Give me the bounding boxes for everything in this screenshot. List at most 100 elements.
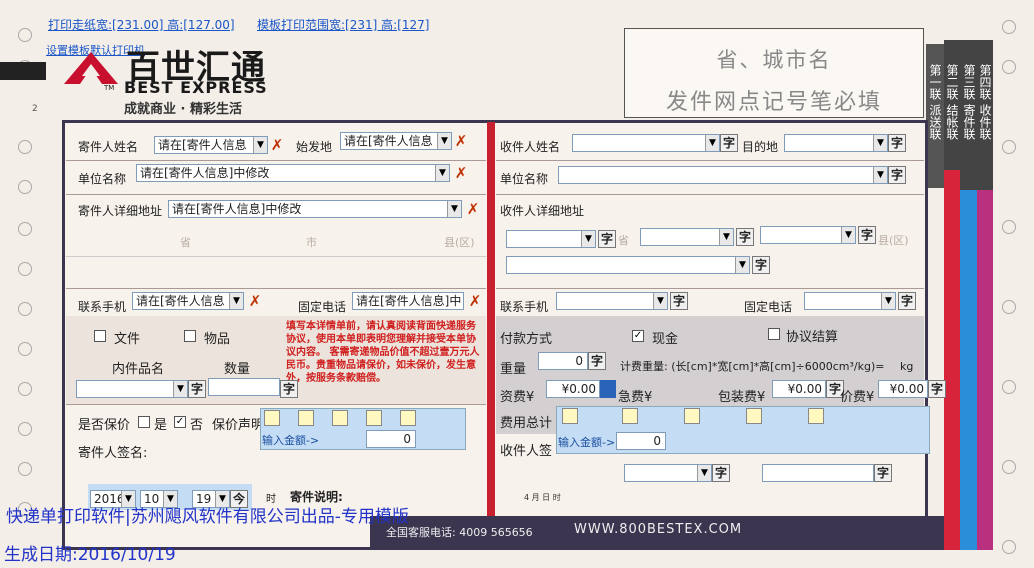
weight-value: 0 (575, 354, 583, 368)
sender-name-select[interactable]: 请在[寄件人信息 ▼ (154, 136, 268, 154)
chevron-down-icon[interactable]: ▼ (437, 133, 451, 149)
edit-pencil-icon[interactable]: ✗ (452, 164, 470, 182)
zi-button[interactable]: 字 (888, 134, 906, 152)
chevron-down-icon[interactable]: ▼ (697, 465, 711, 481)
fee-input[interactable]: ¥0.00 (546, 380, 600, 398)
chevron-down-icon[interactable]: ▼ (653, 293, 667, 309)
zi-button[interactable]: 字 (720, 134, 738, 152)
maker-text: 快递单打印软件|苏州飓风软件有限公司出品-专用模版 (6, 507, 409, 527)
digit-box[interactable] (562, 408, 578, 424)
receiver-sign-select[interactable]: ▼ (624, 464, 712, 482)
zi-button[interactable]: 字 (188, 380, 206, 398)
edit-pencil-icon[interactable]: ✗ (452, 132, 470, 150)
zi-button[interactable]: 字 (898, 292, 916, 310)
price-input[interactable]: ¥0.00 (878, 380, 928, 398)
cash-checkbox[interactable]: ✓ (632, 330, 644, 342)
zi-button[interactable]: 字 (712, 464, 730, 482)
sender-company-select[interactable]: 请在[寄件人信息]中修改 ▼ (136, 164, 450, 182)
perforation-hole (1002, 20, 1016, 34)
insure-yes-checkbox[interactable] (138, 416, 150, 428)
chevron-down-icon[interactable]: ▼ (173, 381, 187, 397)
insure-no-checkbox[interactable]: ✓ (174, 416, 186, 428)
sender-address-select[interactable]: 请在[寄件人信息]中修改 ▼ (168, 200, 462, 218)
zi-button[interactable]: 字 (598, 230, 616, 248)
pack-value: ¥0.00 (787, 382, 822, 396)
origin-select[interactable]: 请在[寄件人信息 ▼ (340, 132, 452, 150)
pack-input[interactable]: ¥0.00 (772, 380, 826, 398)
digit-box[interactable] (366, 410, 382, 426)
zi-button[interactable]: 字 (928, 380, 946, 398)
chevron-down-icon[interactable]: ▼ (447, 201, 461, 217)
edit-pencil-icon[interactable]: ✗ (466, 292, 484, 310)
receiver-county-select[interactable]: ▼ (760, 226, 856, 244)
receiver-sign-label: 收件人签 (500, 444, 553, 459)
content-select[interactable]: ▼ (76, 380, 188, 398)
contract-checkbox[interactable] (768, 328, 780, 340)
zi-button[interactable]: 字 (752, 256, 770, 274)
zi-button[interactable]: 字 (588, 352, 606, 370)
digit-box[interactable] (400, 410, 416, 426)
weight-input[interactable]: 0 (538, 352, 588, 370)
cash-label: 现金 (652, 332, 679, 347)
digit-box[interactable] (332, 410, 348, 426)
receiver-tel-select[interactable]: ▼ (804, 292, 896, 310)
print-range-link[interactable]: 模板打印范围宽:[231] 高:[127] (257, 16, 429, 33)
perforation-hole (1002, 380, 1016, 394)
zi-button[interactable]: 字 (874, 464, 892, 482)
perforation-hole (18, 28, 32, 42)
receiver-detail-select[interactable]: ▼ (506, 256, 750, 274)
chevron-down-icon[interactable]: ▼ (881, 293, 895, 309)
zi-button[interactable]: 字 (736, 228, 754, 246)
perforation-hole (1002, 60, 1016, 74)
paper-size-link[interactable]: 打印走纸宽:[231.00] 高:[127.00] (48, 16, 235, 33)
receiver-phone-select[interactable]: ▼ (556, 292, 668, 310)
perforation-hole (18, 302, 32, 316)
edit-pencil-icon[interactable]: ✗ (464, 200, 482, 218)
destination-select[interactable]: ▼ (784, 134, 888, 152)
digit-box[interactable] (298, 410, 314, 426)
side-tab-3-label: 第三联 寄件联 (962, 64, 976, 140)
digit-box[interactable] (622, 408, 638, 424)
perforation-hole (18, 180, 32, 194)
zi-button[interactable]: 字 (858, 226, 876, 244)
chevron-down-icon[interactable]: ▼ (253, 137, 267, 153)
zi-button[interactable]: 字 (888, 166, 906, 184)
chevron-down-icon[interactable]: ▼ (735, 257, 749, 273)
red-divider (487, 122, 495, 550)
perforation-hole (1002, 300, 1016, 314)
sender-phone-select[interactable]: 请在[寄件人信息 ▼ (132, 292, 244, 310)
receiver-province-select[interactable]: ▼ (506, 230, 596, 248)
chevron-down-icon[interactable]: ▼ (229, 293, 243, 309)
receiver-name-select[interactable]: ▼ (572, 134, 720, 152)
perforation-hole (1002, 140, 1016, 154)
edit-pencil-icon[interactable]: ✗ (246, 292, 264, 310)
digit-box[interactable] (684, 408, 700, 424)
total-amount-input[interactable]: 0 (616, 432, 666, 450)
chevron-down-icon[interactable]: ▼ (873, 167, 887, 183)
chevron-down-icon[interactable]: ▼ (719, 229, 733, 245)
fee-spin[interactable] (600, 380, 616, 398)
zi-button[interactable]: 字 (280, 380, 298, 398)
doc-checkbox[interactable] (94, 330, 106, 342)
zi-button[interactable]: 字 (670, 292, 688, 310)
price-value: ¥0.00 (889, 382, 924, 396)
chevron-down-icon[interactable]: ▼ (873, 135, 887, 151)
row-line (66, 256, 486, 257)
insure-input-label: 输入金额-> (262, 434, 320, 447)
digit-box[interactable] (808, 408, 824, 424)
receiver-company-select[interactable]: ▼ (558, 166, 888, 184)
receiver-city-select[interactable]: ▼ (640, 228, 734, 246)
edit-pencil-icon[interactable]: ✗ (268, 136, 286, 154)
chevron-down-icon[interactable]: ▼ (705, 135, 719, 151)
digit-box[interactable] (746, 408, 762, 424)
insure-amount-input[interactable]: 0 (366, 430, 416, 448)
item-checkbox[interactable] (184, 330, 196, 342)
digit-box[interactable] (264, 410, 280, 426)
qty-input[interactable] (208, 378, 280, 396)
chevron-down-icon[interactable]: ▼ (581, 231, 595, 247)
chevron-down-icon[interactable]: ▼ (435, 165, 449, 181)
chevron-down-icon[interactable]: ▼ (841, 227, 855, 243)
receiver-note-input[interactable] (762, 464, 874, 482)
item-label: 物品 (204, 332, 231, 347)
sender-tel-select[interactable]: 请在[寄件人信息]中 (352, 292, 464, 310)
